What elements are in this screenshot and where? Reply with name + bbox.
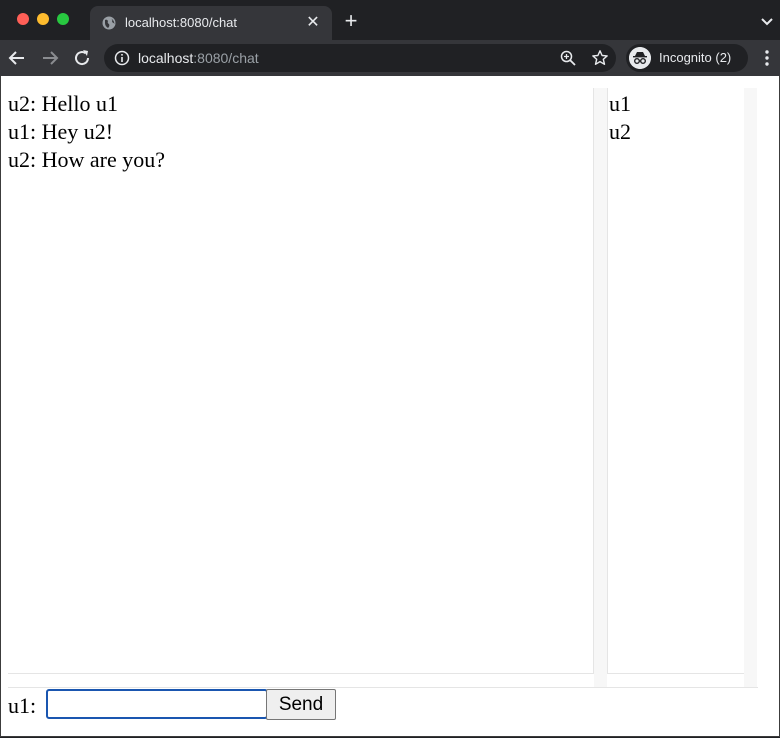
chat-log-gutter: [594, 88, 607, 687]
incognito-icon: [629, 47, 651, 69]
chat-log[interactable]: u2: Hello u1 u1: Hey u2! u2: How are you…: [8, 88, 594, 674]
more-menu-icon[interactable]: [760, 49, 774, 67]
user-list-items: u1 u2: [609, 90, 631, 146]
tab-active[interactable]: localhost:8080/chat ✕: [90, 6, 332, 40]
url-host: localhost: [138, 50, 194, 66]
send-button[interactable]: Send: [266, 689, 336, 720]
zoom-icon[interactable]: [560, 50, 576, 66]
user-list-gutter: [744, 88, 757, 687]
user-list[interactable]: u1 u2: [607, 88, 745, 674]
chat-message: u2: How are you?: [8, 147, 166, 172]
incognito-profile-button[interactable]: Incognito (2): [626, 44, 748, 72]
page-viewport: u2: Hello u1 u1: Hey u2! u2: How are you…: [0, 76, 780, 737]
compose-username-label: u1:: [8, 693, 37, 718]
forward-arrow-icon[interactable]: [40, 48, 60, 68]
user-list-item: u2: [609, 119, 631, 144]
url-path: :8080/chat: [193, 50, 259, 66]
reload-icon[interactable]: [72, 48, 92, 68]
close-window-button[interactable]: [17, 13, 29, 25]
divider: [8, 687, 758, 688]
address-bar[interactable]: localhost:8080/chat: [104, 44, 616, 72]
user-list-item: u1: [609, 91, 631, 116]
maximize-window-button[interactable]: [57, 13, 69, 25]
info-icon[interactable]: [114, 50, 130, 66]
minimize-window-button[interactable]: [37, 13, 49, 25]
browser-window: localhost:8080/chat ✕ + localhost:8080/c…: [0, 0, 780, 738]
globe-icon: [102, 16, 116, 30]
incognito-label: Incognito (2): [659, 50, 732, 65]
tab-strip: localhost:8080/chat ✕ +: [0, 0, 780, 40]
message-input[interactable]: [46, 689, 268, 719]
back-arrow-icon[interactable]: [7, 48, 27, 68]
bookmark-star-icon[interactable]: [591, 49, 609, 67]
new-tab-icon[interactable]: +: [340, 10, 362, 32]
chat-message: u2: Hello u1: [8, 91, 118, 116]
close-tab-icon[interactable]: ✕: [304, 14, 322, 32]
message-list: u2: Hello u1 u1: Hey u2! u2: How are you…: [8, 90, 165, 174]
chevron-down-icon[interactable]: [758, 12, 776, 30]
url-text: localhost:8080/chat: [138, 50, 259, 66]
tab-title: localhost:8080/chat: [125, 15, 238, 30]
browser-toolbar: localhost:8080/chat Incognito (2): [0, 40, 780, 76]
chat-message: u1: Hey u2!: [8, 119, 114, 144]
